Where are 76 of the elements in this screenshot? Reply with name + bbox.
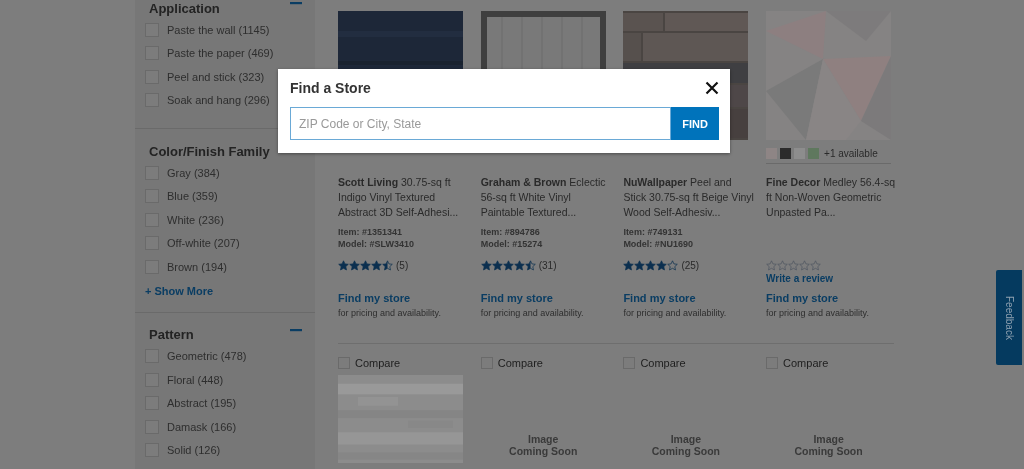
compare-label[interactable]: Compare [355,357,401,369]
product-title[interactable]: Scott Living 30.75-sq ft Indigo Vinyl Textured Abstract 3D Self-Adhesi... [338,175,470,220]
filter-option[interactable]: Blue (359) [167,190,218,203]
item-number: Item: #1351341 [338,226,404,238]
item-number: Item: #894786 [480,226,541,238]
star-icon [349,259,360,271]
availability-text: +1 available [824,148,878,159]
model-number: Model: #NU1690 [623,238,694,250]
filter-option[interactable]: Off-white (207) [167,237,240,250]
star-icon [799,259,811,271]
star-icon [513,259,525,271]
compare-label[interactable]: Compare [497,357,543,369]
model-number: Model: #15274 [480,238,544,250]
feedback-tab[interactable]: Feedback [996,270,1022,365]
find-store-link[interactable]: Find my store [623,291,749,305]
filter-option[interactable]: Gray (384) [167,166,220,179]
star-icon [788,259,800,271]
filter-option[interactable]: Abstract (195) [167,397,237,410]
pricing-note: for pricing and availability. [338,308,442,318]
star-icon [338,259,349,271]
star-icon [645,259,657,271]
star-icon [667,259,679,271]
write-review-link[interactable]: Write a review [766,272,892,285]
star-icon [480,259,492,271]
star-icon [777,259,789,271]
filter-option[interactable]: Damask (166) [167,420,237,433]
filter-heading: Application [149,0,220,16]
review-count: (31) [538,259,557,271]
review-count: (5) [396,259,409,271]
star-icon [766,259,778,271]
image-placeholder-text: Image Coming Soon [794,433,863,457]
close-icon [705,81,719,95]
find-store-link[interactable]: Find my store [480,291,606,305]
close-button[interactable] [705,81,719,95]
filter-option[interactable]: Solid (126) [167,444,221,457]
star-icon [623,259,635,271]
find-store-link[interactable]: Find my store [338,291,463,305]
model-number: Model: #SLW3410 [338,238,416,250]
filter-option[interactable]: Peel and stick (323) [167,70,265,83]
star-icon [810,259,822,271]
star-icon [634,259,646,271]
show-more-link[interactable]: + Show More [145,278,305,303]
location-field[interactable]: ZIP Code or City, State [290,107,671,140]
filter-option[interactable]: White (236) [167,213,224,226]
item-number: Item: #749131 [623,226,684,238]
compare-label[interactable]: Compare [783,357,829,369]
dialog-title: Find a Store [290,80,371,96]
product-title[interactable]: NuWallpaper Peel and Stick 30.75-sq ft Beige Vinyl Wood Self-Adhesiv... [623,175,756,220]
filter-option[interactable]: Brown (194) [167,260,227,273]
image-placeholder-text: Image Coming Soon [651,433,720,457]
color-swatch[interactable] [780,148,792,159]
find-button[interactable]: FIND [671,107,719,140]
filter-option[interactable]: Paste the wall (1145) [167,23,270,36]
star-icon [491,259,503,271]
star-icon [524,259,536,271]
compare-label[interactable]: Compare [640,357,686,369]
filter-heading: Pattern [149,327,194,342]
review-count: (25) [681,259,700,271]
star-icon [656,259,668,271]
filter-heading: Color/Finish Family [149,143,270,159]
product-title[interactable]: Fine Decor Medley 56.4-sq ft Non-Woven Geometric Unpasted Pa... [766,175,899,220]
pricing-note: for pricing and availability. [480,308,585,318]
star-icon [502,259,514,271]
filter-option[interactable]: Floral (448) [167,373,224,386]
find-store-link[interactable]: Find my store [766,291,892,305]
star-icon [382,259,393,271]
pricing-note: for pricing and availability. [623,308,728,318]
pricing-note: for pricing and availability. [766,308,870,318]
image-placeholder-text: Image Coming Soon [509,433,578,457]
star-icon [360,259,371,271]
star-icon [371,259,382,271]
filter-option[interactable]: Paste the paper (469) [167,47,274,60]
color-swatch[interactable] [808,148,820,159]
filter-option[interactable]: Soak and hang (296) [167,94,270,107]
product-title[interactable]: Graham & Brown Eclectic 56-sq ft White Vinyl Paintable Textured... [480,175,613,220]
filter-option[interactable]: Geometric (478) [167,350,247,363]
